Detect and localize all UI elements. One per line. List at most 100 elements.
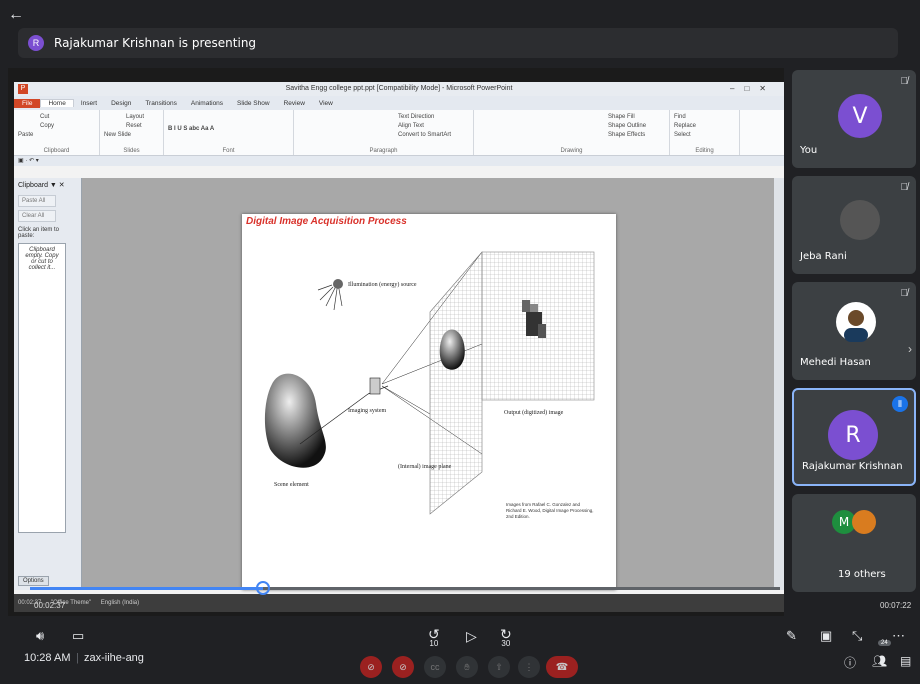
select-button[interactable]: Select	[674, 131, 735, 140]
slide-canvas: Digital Image Acquisition Process Illumi…	[242, 214, 616, 590]
font-group: B I U S abc Aa A Font	[164, 110, 294, 155]
cut-button[interactable]: Cut	[40, 113, 95, 122]
volume-icon[interactable]: 🔊︎	[36, 628, 44, 644]
chevron-right-icon[interactable]: ›	[908, 342, 912, 356]
tab-file[interactable]: File	[14, 98, 41, 108]
mic-off-icon: 🎙̸	[900, 288, 909, 299]
chat-icon[interactable]: ▤	[900, 654, 911, 668]
shape-fill-button[interactable]: Shape Fill	[608, 113, 665, 122]
tab-slide-show[interactable]: Slide Show	[230, 100, 277, 107]
ppt-status-bar: 00:02:37 "Office Theme" English (India)	[14, 594, 784, 612]
acquisition-diagram	[264, 251, 595, 515]
camera-toggle-button[interactable]: ⊘	[392, 656, 414, 678]
rewind-10-button[interactable]: ↺ 10	[428, 626, 440, 648]
tab-animations[interactable]: Animations	[184, 100, 230, 107]
meeting-controls: 🔊︎ ▭ 10:28 AM | zax-iihe-ang ↺ 10 ▷ ↻ 30 ⊘…	[0, 616, 920, 684]
tab-design[interactable]: Design	[104, 100, 138, 107]
layout-button[interactable]: Layout	[126, 113, 159, 122]
ppt-title-bar: P Savitha Engg college ppt.ppt [Compatib…	[14, 82, 784, 96]
replace-button[interactable]: Replace	[674, 122, 735, 131]
powerpoint-logo-icon: P	[18, 84, 28, 94]
participant-tile-others[interactable]: M 19 others	[792, 494, 916, 592]
video-progress-bar[interactable]	[30, 581, 780, 595]
captions-button[interactable]: cc	[424, 656, 446, 678]
collapse-icon[interactable]: ⤡	[852, 628, 862, 644]
status-language: English (India)	[100, 600, 140, 606]
clear-all-button[interactable]: Clear All	[18, 210, 56, 222]
ribbon: Cut Copy Paste Clipboard Layout Reset Ne…	[14, 110, 784, 156]
paste-all-button[interactable]: Paste All	[18, 195, 56, 207]
find-button[interactable]: Find	[674, 113, 735, 122]
quick-access-bar[interactable]: ▣ · ↶ ▾	[14, 156, 784, 166]
elapsed-time: 00:02:37	[34, 601, 66, 610]
speaking-indicator-icon: ⦀	[892, 396, 908, 412]
back-arrow-icon[interactable]: ←	[8, 6, 24, 24]
presenter-banner: R Rajakumar Krishnan is presenting	[18, 28, 898, 58]
tab-review[interactable]: Review	[277, 100, 312, 107]
play-icon[interactable]: ▷	[466, 628, 477, 645]
meeting-code: zax-iihe-ang	[84, 652, 144, 664]
scene-element-blob	[264, 373, 326, 468]
avatar	[840, 200, 880, 240]
copy-button[interactable]: Copy	[40, 122, 95, 131]
others-count: 19 others	[838, 569, 886, 580]
shape-outline-button[interactable]: Shape Outline	[608, 122, 665, 131]
drawing-group-label: Drawing	[560, 148, 583, 154]
people-icon[interactable]: 👥︎	[872, 654, 887, 668]
clipboard-list: Clipboard empty. Copy or cut to collect …	[18, 243, 66, 533]
editing-group: Find Replace Select Editing	[670, 110, 740, 155]
raise-hand-button[interactable]: ✋︎	[456, 656, 478, 678]
more-options-button[interactable]: ⋮	[518, 656, 540, 678]
top-bar: ← R Rajakumar Krishnan is presenting	[0, 0, 920, 62]
pen-icon[interactable]: ✎	[786, 628, 797, 644]
participant-tile-rajakumar-krishnan[interactable]: ⦀ R Rajakumar Krishnan	[792, 388, 916, 486]
mic-toggle-button[interactable]: ⊘	[360, 656, 382, 678]
clipboard-group-label: Clipboard	[43, 148, 70, 154]
presenting-text: Rajakumar Krishnan is presenting	[54, 36, 257, 50]
ppt-window-title: Savitha Engg college ppt.ppt [Compatibil…	[285, 85, 513, 92]
paste-button[interactable]: Paste	[18, 131, 95, 140]
participant-name: Jeba Rani	[800, 251, 847, 262]
participant-name: Rajakumar Krishnan	[802, 461, 903, 472]
vertical-scrollbar[interactable]	[774, 178, 784, 590]
align-text-button[interactable]: Align Text	[398, 122, 469, 131]
clock-time: 10:28 AM	[24, 652, 71, 664]
reset-button[interactable]: Reset	[126, 122, 159, 131]
shape-effects-button[interactable]: Shape Effects	[608, 131, 665, 140]
video-progress-knob[interactable]	[255, 581, 270, 595]
powerpoint-window: P Savitha Engg college ppt.ppt [Compatib…	[14, 82, 784, 612]
paragraph-group: Text Direction Align Text Convert to Sma…	[294, 110, 474, 155]
font-tools[interactable]: B I U S abc Aa A	[168, 125, 289, 134]
ppt-workspace: Clipboard ▼ ✕ Paste All Clear All Click …	[14, 178, 784, 590]
end-call-button[interactable]: ☎︎	[546, 656, 578, 678]
text-direction-button[interactable]: Text Direction	[398, 113, 469, 122]
forward-30-button[interactable]: ↻ 30	[500, 626, 512, 648]
total-time: 00:07:22	[880, 601, 912, 610]
convert-smartart-button[interactable]: Convert to SmartArt	[398, 131, 469, 140]
new-slide-button[interactable]: New Slide	[104, 131, 159, 140]
shared-screen: P Savitha Engg college ppt.ppt [Compatib…	[8, 68, 784, 616]
tab-transitions[interactable]: Transitions	[138, 100, 184, 107]
participant-tile-mehedi-hasan[interactable]: 🎙̸ Mehedi Hasan ›	[792, 282, 916, 380]
image-credit: Images from Rafael C. Gonzalez and Richa…	[506, 502, 594, 519]
ppt-ribbon-tabs: File Home Insert Design Transitions Anim…	[14, 96, 784, 110]
tab-view[interactable]: View	[312, 100, 340, 107]
label-imaging-system: Imaging system	[348, 408, 387, 414]
info-icon[interactable]: ⓘ	[844, 654, 856, 671]
more-icon[interactable]: ⋯	[892, 628, 905, 644]
participant-tile-jeba-rani[interactable]: 🎙̸ Jeba Rani	[792, 176, 916, 274]
mic-off-icon: 🎙̸	[900, 76, 909, 87]
options-button[interactable]: Options	[18, 576, 49, 586]
present-button[interactable]: ⇧	[488, 656, 510, 678]
clipboard-group: Cut Copy Paste Clipboard	[14, 110, 100, 155]
tab-home[interactable]: Home	[40, 99, 74, 107]
tab-insert[interactable]: Insert	[74, 100, 104, 107]
people-count-badge: 24	[878, 640, 891, 646]
pip-icon[interactable]: ▣	[820, 628, 832, 644]
captions-icon[interactable]: ▭	[72, 628, 84, 644]
mic-off-icon: 🎙̸	[900, 182, 909, 193]
clipboard-pane: Clipboard ▼ ✕ Paste All Clear All Click …	[14, 178, 82, 590]
font-group-label: Font	[222, 148, 235, 154]
slides-group-label: Slides	[123, 148, 140, 154]
participant-tile-you[interactable]: 🎙̸ V You	[792, 70, 916, 168]
